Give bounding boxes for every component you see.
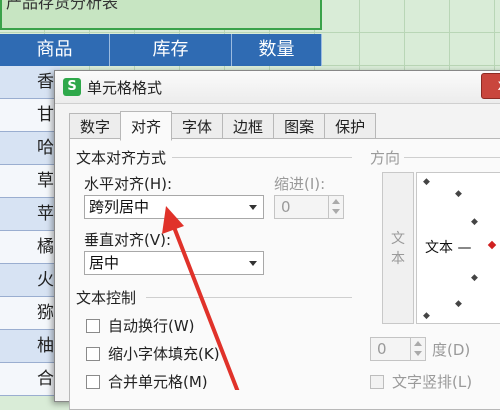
product-cell[interactable]: 甘 xyxy=(0,99,60,132)
vertical-text-label: 文字竖排(L) xyxy=(392,373,473,391)
stepper-buttons[interactable] xyxy=(328,196,343,218)
dial-tick: ◆ xyxy=(471,217,478,227)
vertical-text-checkbox[interactable]: 文字竖排(L) xyxy=(370,371,472,392)
tab-number[interactable]: 数字 xyxy=(69,113,122,139)
spin-up-icon xyxy=(414,341,422,346)
close-button[interactable]: x xyxy=(481,73,500,99)
horizontal-align-label: 水平对齐(H): xyxy=(84,175,173,193)
horizontal-align-select[interactable]: 跨列居中 xyxy=(84,195,264,219)
tab-protection[interactable]: 保护 xyxy=(324,113,377,139)
wrap-text-label: 自动换行(W) xyxy=(108,317,195,335)
text-control-group-label: 文本控制 xyxy=(76,289,137,307)
vertical-align-value: 居中 xyxy=(89,254,120,272)
product-cell[interactable]: 猕 xyxy=(0,297,60,330)
vertical-align-select[interactable]: 居中 xyxy=(84,251,264,275)
product-cell[interactable]: 火 xyxy=(0,264,60,297)
horizontal-align-value: 跨列居中 xyxy=(89,198,150,216)
spin-down-icon xyxy=(414,351,422,356)
group-divider xyxy=(172,157,352,158)
dial-tick: ◆ xyxy=(455,189,462,199)
product-cell[interactable]: 哈 xyxy=(0,132,60,165)
dial-tick: ◆ xyxy=(455,299,462,309)
header-cell-product[interactable]: 商品 xyxy=(0,34,110,66)
tab-alignment[interactable]: 对齐 xyxy=(120,111,173,141)
dialog-tabs: 数字 对齐 字体 边框 图案 保护 xyxy=(69,111,377,141)
checkbox-box[interactable] xyxy=(86,346,100,361)
checkbox-box[interactable] xyxy=(370,374,384,389)
product-cell[interactable]: 柚 xyxy=(0,330,60,363)
orientation-char: 文 xyxy=(391,231,405,247)
text-align-group-label: 文本对齐方式 xyxy=(76,149,167,167)
checkbox-box[interactable] xyxy=(86,318,100,333)
checkbox-box[interactable] xyxy=(86,374,100,389)
wrap-text-checkbox[interactable]: 自动换行(W) xyxy=(86,315,195,336)
tab-border[interactable]: 边框 xyxy=(222,113,275,139)
group-divider xyxy=(146,297,352,298)
tab-font[interactable]: 字体 xyxy=(171,113,224,139)
vertical-align-label: 垂直对齐(V): xyxy=(84,231,172,249)
orientation-handle[interactable] xyxy=(487,240,497,250)
header-cell-quantity[interactable]: 数量 xyxy=(232,34,322,66)
orientation-char: 本 xyxy=(391,251,405,267)
dial-tick: ◆ xyxy=(471,273,478,283)
title-cell[interactable]: 产品存货分析表 xyxy=(0,0,322,30)
merge-cells-label: 合并单元格(M) xyxy=(108,373,208,391)
degree-label: 度(D) xyxy=(432,341,471,359)
product-column: 香 甘 哈 草 苹 橘 火 猕 柚 合 xyxy=(0,66,60,396)
tab-pattern[interactable]: 图案 xyxy=(273,113,326,139)
dialog-title: 单元格格式 xyxy=(87,79,163,97)
degree-stepper[interactable]: 0 xyxy=(370,337,426,361)
orientation-dial[interactable]: ◆ ◆ ◆ ◆ ◆ ◆ 文本 — xyxy=(416,172,500,324)
dial-tick: ◆ xyxy=(423,311,430,321)
vertical-orientation-box[interactable]: 文 本 xyxy=(382,172,414,324)
product-cell[interactable]: 苹 xyxy=(0,198,60,231)
dialog-titlebar[interactable]: S 单元格格式 x xyxy=(55,71,500,104)
orientation-group-label: 方向 xyxy=(370,149,401,167)
product-cell[interactable]: 草 xyxy=(0,165,60,198)
indent-label: 缩进(I): xyxy=(274,175,326,193)
degree-value: 0 xyxy=(377,340,387,358)
spin-up-icon xyxy=(332,199,340,204)
header-cell-stock[interactable]: 库存 xyxy=(110,34,232,66)
indent-value: 0 xyxy=(281,198,291,216)
header-row: 商品 库存 数量 xyxy=(0,34,322,66)
dial-tick: ◆ xyxy=(423,177,430,187)
indent-stepper[interactable]: 0 xyxy=(274,195,344,219)
orientation-preview-text: 文本 — xyxy=(425,240,472,256)
group-divider xyxy=(404,157,500,158)
chevron-down-icon xyxy=(249,205,257,210)
shrink-to-fit-checkbox[interactable]: 缩小字体填充(K) xyxy=(86,343,220,364)
wps-app-icon: S xyxy=(63,78,81,96)
product-cell[interactable]: 合 xyxy=(0,363,60,396)
product-cell[interactable]: 橘 xyxy=(0,231,60,264)
chevron-down-icon xyxy=(249,261,257,266)
merge-cells-checkbox[interactable]: 合并单元格(M) xyxy=(86,371,208,392)
spin-down-icon xyxy=(332,209,340,214)
product-cell[interactable]: 香 xyxy=(0,66,60,99)
shrink-to-fit-label: 缩小字体填充(K) xyxy=(108,345,220,363)
stepper-buttons[interactable] xyxy=(410,338,425,360)
